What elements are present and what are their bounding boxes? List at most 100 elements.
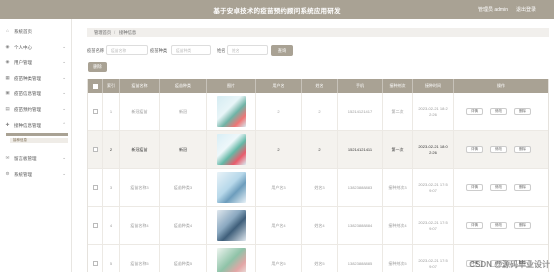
header-vaccine-name: 疫苗名称 — [120, 79, 160, 93]
cell-vaccine-kind: 疫苗种类3 — [160, 169, 207, 207]
sidebar-item-label: 系统管理 — [14, 171, 32, 177]
row-checkbox[interactable] — [93, 223, 98, 228]
edit-button[interactable]: 修改 — [490, 146, 507, 153]
cell-time: 2023-02-21 18:0 2:26 — [413, 131, 454, 169]
edit-button[interactable]: 修改 — [490, 222, 507, 229]
row-delete-button[interactable]: 删除 — [514, 108, 531, 115]
header-time: 接种时间 — [413, 79, 454, 93]
table-row[interactable]: 4 疫苗名称4 疫苗种类4 用户名4 姓名4 13823888884 接种剂次4… — [88, 207, 548, 245]
table-header: 索引 疫苗名称 疫苗种类 图片 用户名 姓名 手机 接种剂次 接种时间 操作 — [88, 79, 548, 93]
sidebar-item-system[interactable]: ⚙ 系统管理 ⌄ — [0, 168, 72, 180]
cell-vaccine-kind: 疫苗种类4 — [160, 207, 207, 245]
app-window: 基于安卓技术的疫苗预约顾问系统应用研发 管理员 admin 退出登录 ⌂ 系统首… — [0, 0, 554, 272]
chevron-down-icon: ⌄ — [62, 106, 66, 111]
cell-name: 姓名3 — [302, 169, 338, 207]
sidebar-item-users[interactable]: ◉ 用户管理 ⌄ — [0, 56, 72, 68]
edit-button[interactable]: 修改 — [490, 184, 507, 191]
sidebar-item-label: 疫苗信息管理 — [14, 90, 41, 96]
cell-username: 用户名3 — [256, 169, 302, 207]
delete-button[interactable]: 删除 — [88, 62, 107, 72]
calendar-icon: ▤ — [5, 106, 10, 111]
chevron-down-icon: ⌄ — [62, 59, 66, 64]
cell-dose: 接种剂次3 — [383, 169, 413, 207]
cell-time-line2: 2:26 — [429, 150, 437, 155]
header-image: 图片 — [207, 79, 256, 93]
breadcrumb: 管理首页 / 接种信息 — [87, 28, 549, 37]
cell-image — [207, 131, 256, 169]
cell-username: 2 — [256, 93, 302, 131]
detail-button[interactable]: 详情 — [466, 184, 483, 191]
message-icon: ✉ — [5, 155, 10, 160]
vaccine-type-input[interactable]: 疫苗种类 — [171, 45, 211, 55]
cell-vaccine-name: 疫苗名称5 — [120, 245, 160, 272]
sidebar-item-label: 疫苗种类管理 — [14, 75, 41, 81]
cell-phone: 15214121417 — [338, 93, 383, 131]
cell-phone: 15214121411 — [338, 131, 383, 169]
detail-button[interactable]: 详情 — [466, 222, 483, 229]
name-placeholder: 姓名 — [232, 48, 240, 53]
vaccine-name-placeholder: 疫苗名称 — [111, 48, 127, 53]
cell-image — [207, 207, 256, 245]
table-row[interactable]: 1 新冠疫苗 新冠 2 2 15214121417 第二次 2023-02-21… — [88, 93, 548, 131]
cell-time: 2023-02-21 17:5 9:07 — [413, 245, 454, 272]
header-dose: 接种剂次 — [383, 79, 413, 93]
row-checkbox[interactable] — [93, 261, 98, 266]
inoculation-table: 索引 疫苗名称 疫苗种类 图片 用户名 姓名 手机 接种剂次 接种时间 操作 1… — [87, 79, 549, 272]
name-label: 姓名 — [217, 48, 226, 53]
sidebar-item-vaccine-types[interactable]: ▦ 疫苗种类管理 ⌄ — [0, 72, 72, 84]
cell-vaccine-name: 新冠疫苗 — [120, 93, 160, 131]
cell-username: 用户名4 — [256, 207, 302, 245]
sidebar-item-messages[interactable]: ✉ 留言板管理 ⌄ — [0, 152, 72, 164]
name-input[interactable]: 姓名 — [227, 45, 268, 55]
cell-index: 4 — [103, 207, 120, 245]
cell-time-line2: 9:07 — [429, 188, 437, 193]
grid-icon: ▦ — [5, 75, 10, 80]
cell-index: 5 — [103, 245, 120, 272]
sidebar-subitem-inoculation-info[interactable]: 接种信息 — [10, 138, 68, 143]
row-checkbox[interactable] — [93, 109, 98, 114]
table-row[interactable]: 2 新冠疫苗 新冠 2 2 15214121411 第一次 2023-02-21… — [88, 131, 548, 169]
cell-dose: 第一次 — [383, 131, 413, 169]
gear-icon: ⚙ — [5, 171, 10, 176]
cell-time-line2: 9:07 — [429, 226, 437, 231]
row-delete-button[interactable]: 删除 — [514, 184, 531, 191]
sidebar-item-vaccine-info[interactable]: ▣ 疫苗信息管理 ⌄ — [0, 87, 72, 99]
cell-vaccine-name: 新冠疫苗 — [120, 131, 160, 169]
sidebar: ⌂ 系统首页 ◉ 个人中心 ⌄ ◉ 用户管理 ⌄ ▦ 疫苗种类管理 ⌄ ▣ 疫苗… — [0, 19, 72, 272]
sidebar-item-label: 用户管理 — [14, 59, 32, 65]
chevron-up-icon: ⌃ — [62, 122, 66, 127]
active-section-bar — [6, 133, 68, 136]
cell-dose: 接种剂次4 — [383, 207, 413, 245]
detail-button[interactable]: 详情 — [466, 146, 483, 153]
sidebar-item-booking[interactable]: ▤ 疫苗预约管理 ⌄ — [0, 103, 72, 115]
sidebar-item-profile[interactable]: ◉ 个人中心 ⌄ — [0, 41, 72, 53]
select-all-checkbox[interactable] — [93, 83, 98, 89]
cell-name: 2 — [302, 93, 338, 131]
breadcrumb-home[interactable]: 管理首页 — [94, 30, 111, 36]
cell-time: 2023-02-21 17:5 9:07 — [413, 207, 454, 245]
cell-actions: 详情 修改 删除 — [454, 131, 548, 169]
sidebar-item-label: 接种信息管理 — [14, 122, 41, 128]
cell-index: 2 — [103, 131, 120, 169]
sidebar-item-home[interactable]: ⌂ 系统首页 — [0, 25, 72, 37]
admin-label: 管理员 admin — [477, 7, 508, 13]
logout-link[interactable]: 退出登录 — [516, 6, 536, 13]
sidebar-item-label: 个人中心 — [14, 44, 32, 50]
sidebar-item-inoculation[interactable]: ✚ 接种信息管理 ⌃ — [0, 119, 72, 131]
row-delete-button[interactable]: 删除 — [514, 222, 531, 229]
cell-time: 2023-02-21 17:5 9:07 — [413, 169, 454, 207]
edit-button[interactable]: 修改 — [490, 108, 507, 115]
search-bar: 疫苗名称 疫苗名称 疫苗种类 疫苗种类 姓名 姓名 查询 — [87, 45, 549, 57]
vaccine-name-input[interactable]: 疫苗名称 — [106, 45, 148, 55]
main-content: 管理首页 / 接种信息 疫苗名称 疫苗名称 疫苗种类 疫苗种类 姓名 姓名 查询… — [73, 19, 554, 272]
cell-username: 2 — [256, 131, 302, 169]
row-delete-button[interactable]: 删除 — [514, 146, 531, 153]
box-icon: ▣ — [5, 90, 10, 95]
table-row[interactable]: 3 疫苗名称3 疫苗种类3 用户名3 姓名3 13823888883 接种剂次3… — [88, 169, 548, 207]
home-icon: ⌂ — [6, 28, 9, 33]
row-checkbox[interactable] — [93, 147, 98, 152]
row-checkbox[interactable] — [93, 185, 98, 190]
vaccine-image — [217, 210, 246, 241]
detail-button[interactable]: 详情 — [466, 108, 483, 115]
search-button[interactable]: 查询 — [271, 45, 293, 56]
